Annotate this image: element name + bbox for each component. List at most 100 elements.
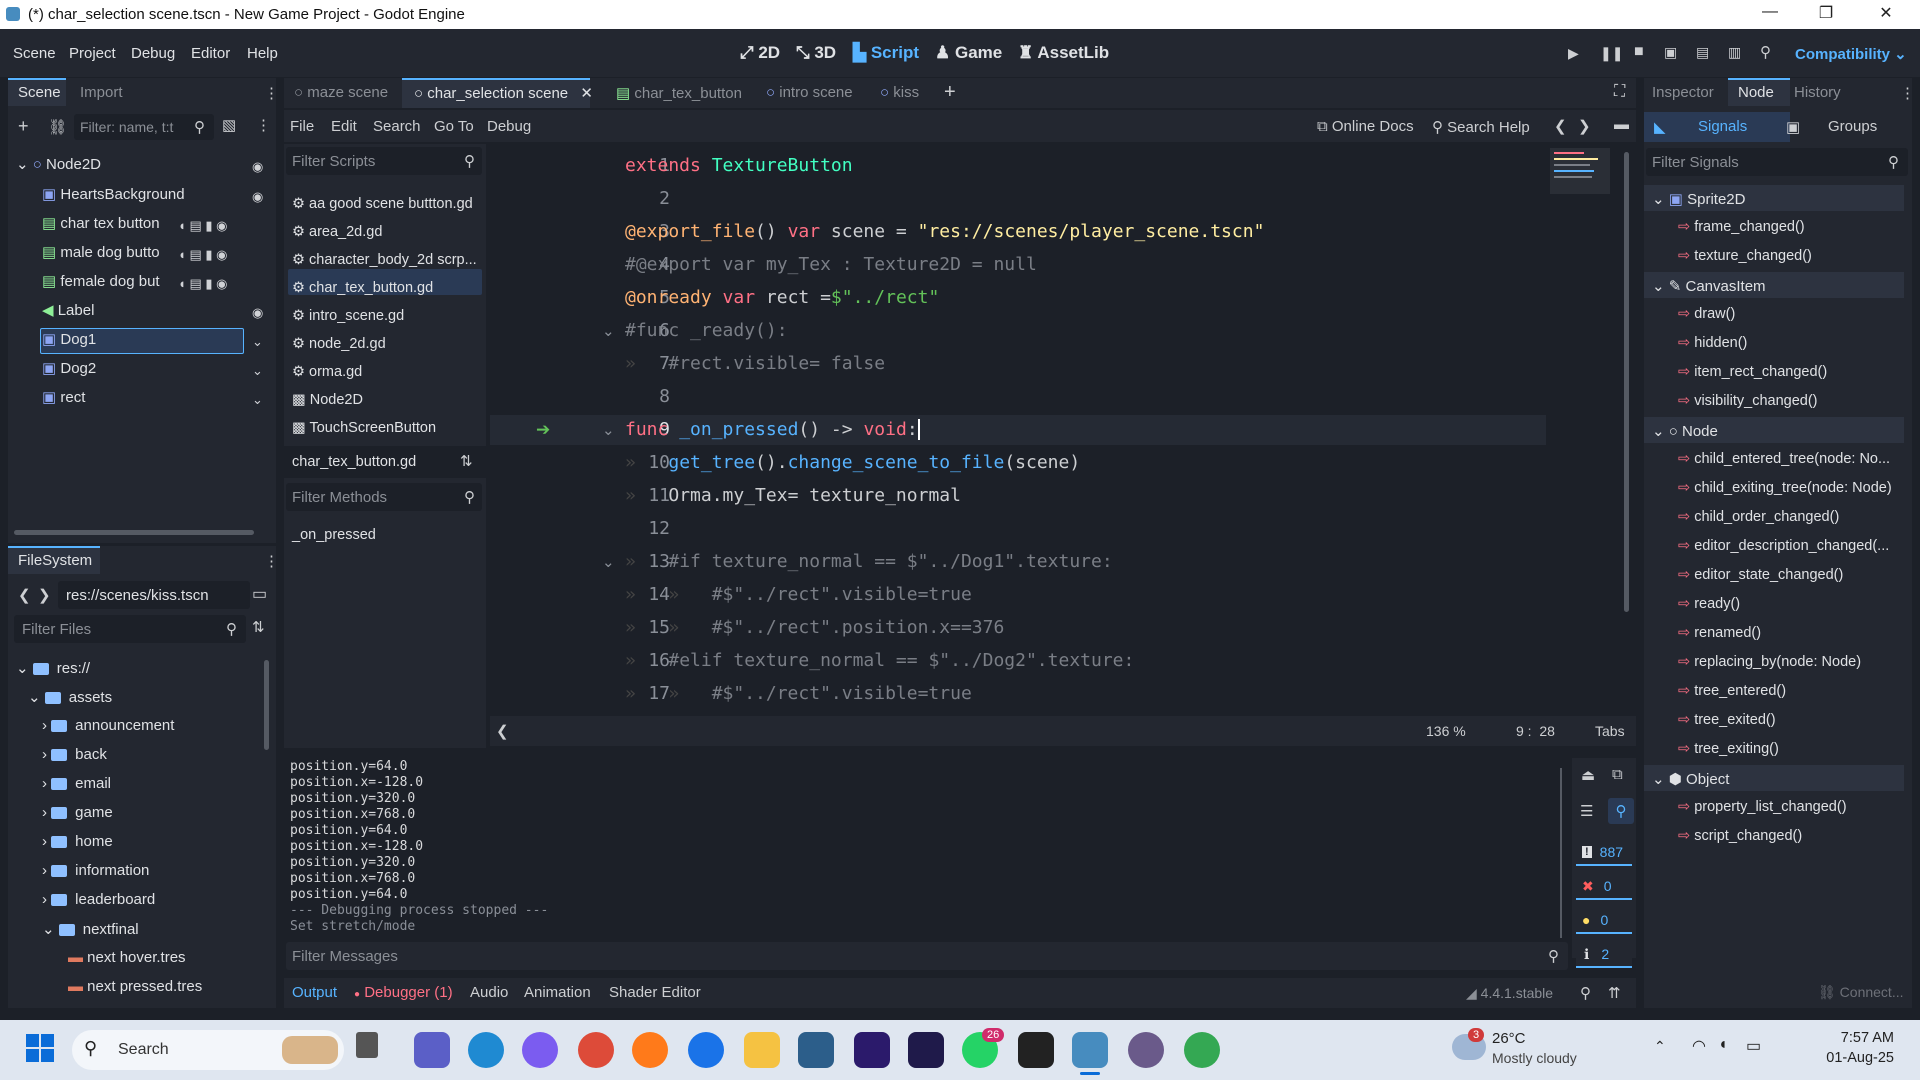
tab-intro-scene[interactable]: ○ intro scene	[766, 84, 853, 101]
tab-audio[interactable]: Audio	[470, 984, 508, 1001]
vertical-scrollbar[interactable]	[1560, 768, 1562, 938]
mode-assetlib[interactable]: ♜ AssetLib	[1018, 43, 1109, 63]
script-item[interactable]: ⚙ area_2d.gd	[292, 218, 477, 246]
log-filter-messages[interactable]: ! 887	[1576, 840, 1632, 866]
fs-folder-item[interactable]: ⌄ nextfinal	[42, 920, 139, 938]
tab-inspector[interactable]: Inspector	[1652, 84, 1714, 101]
fs-assets-folder[interactable]: ⌄ assets	[28, 688, 112, 706]
copilot-icon[interactable]	[522, 1032, 558, 1068]
mode-3d[interactable]: ⤡ 3D	[796, 43, 836, 63]
wifi-icon[interactable]: ◠	[1692, 1036, 1706, 1056]
method-item[interactable]: _on_pressed	[292, 527, 376, 543]
tab-maze-scene[interactable]: ○ maze scene	[294, 84, 388, 101]
signal-icon[interactable]: ◖ ▤ ▮ ◉	[178, 276, 227, 292]
copy-icon[interactable]: ⧉	[1612, 766, 1623, 783]
signal-icon[interactable]: ◖ ▤ ▮ ◉	[178, 218, 227, 234]
tree-node-heartsbackground[interactable]: ▣ HeartsBackground	[42, 185, 185, 211]
visibility-icon[interactable]: ◉	[252, 159, 263, 175]
fold-icon[interactable]: ⌄	[602, 553, 615, 571]
indent-mode[interactable]: Tabs	[1595, 723, 1625, 739]
filter-messages-input[interactable]: Filter Messages ⚲	[286, 942, 1568, 970]
filter-signals-input[interactable]: Filter Signals ⚲	[1646, 148, 1908, 176]
collapse-icon[interactable]: ☰	[1580, 802, 1593, 820]
chrome-profile-icon[interactable]	[1184, 1032, 1220, 1068]
godot-icon[interactable]	[1072, 1032, 1108, 1068]
tab-history[interactable]: History	[1794, 84, 1841, 101]
volume-icon[interactable]: ◖	[1718, 1036, 1728, 1054]
remote-debug-icon[interactable]: ▣	[1664, 44, 1677, 61]
toggle-panel-icon[interactable]: ▬	[1614, 116, 1629, 133]
app-icon[interactable]	[1128, 1032, 1164, 1068]
doc-item[interactable]: ▩ TouchScreenButton	[292, 414, 477, 442]
tree-node-female-dog-button[interactable]: ▤ female dog but	[42, 272, 160, 298]
dock-menu-icon[interactable]: ⋮	[264, 84, 279, 102]
tab-node[interactable]: Node	[1738, 84, 1774, 101]
signal-item[interactable]: ⇨ hidden()	[1678, 335, 1747, 351]
filter-scripts-input[interactable]: Filter Scripts ⚲	[286, 147, 482, 175]
horizontal-scrollbar[interactable]	[14, 530, 254, 535]
play-icon[interactable]: ▶	[1568, 45, 1579, 62]
scene-filter-input[interactable]: Filter: name, t:t ⚲	[74, 114, 214, 140]
play-scene-icon[interactable]: ▤	[1696, 44, 1709, 61]
link-icon[interactable]: ⛓	[48, 118, 67, 136]
signal-item[interactable]: ⇨ draw()	[1678, 306, 1735, 322]
fs-folder-item[interactable]: › leaderboard	[42, 891, 155, 908]
sort-icon[interactable]: ⇅	[252, 618, 265, 636]
chrome-icon[interactable]	[578, 1032, 614, 1068]
dock-menu-icon[interactable]: ⋮	[264, 552, 279, 570]
attach-script-icon[interactable]: ▧	[222, 116, 236, 134]
firefox-icon[interactable]	[632, 1032, 668, 1068]
script-item[interactable]: ⚙ intro_scene.gd	[292, 302, 477, 330]
tree-node-char-tex-button[interactable]: ▤ char tex button	[42, 214, 160, 240]
tree-node-male-dog-button[interactable]: ▤ male dog butto	[42, 243, 160, 269]
clock-date[interactable]: 01-Aug-25	[1824, 1050, 1894, 1066]
toggle-scripts-panel-icon[interactable]: ❮	[496, 722, 509, 740]
script-menu-debug[interactable]: Debug	[487, 118, 531, 135]
tab-animation[interactable]: Animation	[524, 984, 591, 1001]
stop-icon[interactable]: ■	[1634, 43, 1644, 61]
menu-scene[interactable]: Scene	[13, 45, 56, 62]
chevron-down-icon[interactable]: ⌄	[252, 363, 263, 379]
add-tab-icon[interactable]: +	[944, 81, 956, 104]
search-help-button[interactable]: ⚲ Search Help	[1432, 118, 1530, 136]
close-button[interactable]: ✕	[1863, 3, 1909, 27]
fold-icon[interactable]: ⌄	[602, 421, 615, 439]
signal-item[interactable]: ⇨ tree_exited()	[1678, 712, 1776, 728]
tab-char-selection-scene[interactable]: ○ char_selection scene ✕	[414, 84, 593, 102]
fs-folder-item[interactable]: › information	[42, 862, 149, 879]
visibility-icon[interactable]: ◉	[252, 189, 263, 205]
connect-button[interactable]: ⛓ Connect...	[1818, 984, 1904, 1001]
clock-time[interactable]: 7:57 AM	[1832, 1030, 1894, 1046]
signal-item[interactable]: ⇨ script_changed()	[1678, 828, 1802, 844]
mode-game[interactable]: ♟ Game	[935, 43, 1002, 63]
teams-icon[interactable]	[414, 1032, 450, 1068]
signal-category-node[interactable]: ⌄ ○ Node	[1652, 422, 1718, 440]
menu-help[interactable]: Help	[247, 45, 278, 62]
dock-menu-icon[interactable]: ⋮	[1900, 84, 1915, 102]
after-effects-icon[interactable]	[908, 1032, 944, 1068]
signal-item[interactable]: ⇨ editor_state_changed()	[1678, 567, 1843, 583]
tab-import[interactable]: Import	[80, 84, 123, 101]
chevron-down-icon[interactable]: ⌄	[252, 334, 263, 350]
fold-icon[interactable]: ⌄	[602, 322, 615, 340]
signal-item[interactable]: ⇨ editor_description_changed(...	[1678, 538, 1889, 554]
signal-item[interactable]: ⇨ frame_changed()	[1678, 219, 1805, 235]
script-item[interactable]: ⚙ character_body_2d scrp...	[292, 246, 477, 274]
battery-icon[interactable]: ▭	[1746, 1036, 1761, 1056]
tab-scene[interactable]: Scene	[18, 84, 61, 101]
minimize-button[interactable]: —	[1747, 3, 1793, 27]
movie-icon[interactable]: ⚲	[1760, 43, 1771, 61]
chevron-up-icon[interactable]: ⌃	[1654, 1038, 1666, 1055]
restore-button[interactable]: ❐	[1803, 3, 1849, 27]
signal-item[interactable]: ⇨ child_exiting_tree(node: Node)	[1678, 480, 1892, 496]
code-editor[interactable]: 1 2 3 4 5 6 7 8 9 10 11 12 13 14 15 16 1…	[490, 144, 1636, 706]
vertical-scrollbar[interactable]	[1624, 152, 1629, 612]
scene-menu-icon[interactable]: ⋮	[256, 116, 271, 134]
mode-script[interactable]: ▙ Script	[853, 43, 919, 63]
edge-icon[interactable]	[468, 1032, 504, 1068]
menu-project[interactable]: Project	[69, 45, 116, 62]
fs-folder-item[interactable]: › announcement	[42, 717, 174, 734]
tab-shader-editor[interactable]: Shader Editor	[609, 984, 701, 1001]
script-menu-goto[interactable]: Go To	[434, 118, 474, 135]
premiere-icon[interactable]	[854, 1032, 890, 1068]
